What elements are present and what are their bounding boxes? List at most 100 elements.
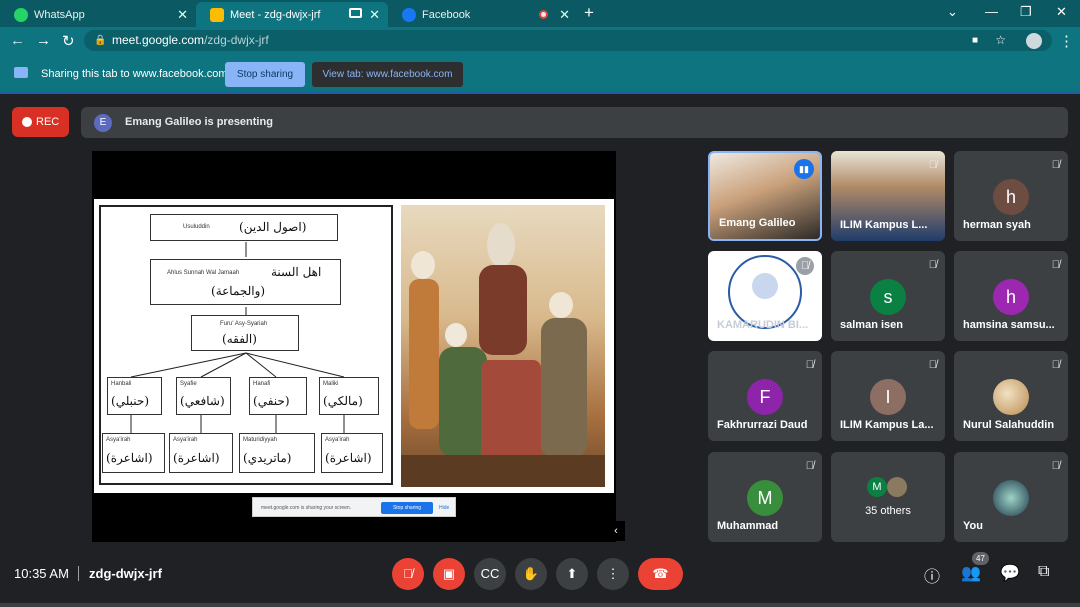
photo-avatar	[887, 477, 907, 497]
tab-strip: WhatsApp ✕ Meet - zdg-dwjx-jrf ✕ Faceboo…	[0, 0, 1080, 27]
url-host: meet.google.com	[112, 33, 205, 47]
usuluddin-latin: Usuluddin	[183, 224, 210, 230]
participant-name: Fakhrurrazi Daud	[717, 419, 808, 431]
tab-whatsapp[interactable]: WhatsApp ✕	[0, 2, 196, 27]
close-icon[interactable]: ✕	[559, 7, 570, 23]
people-icon[interactable]: 👥	[961, 563, 981, 583]
ahlus-sunnah-box: Ahlus Sunnah Wal Jamaah اهل السنة (والجم…	[150, 259, 341, 305]
minimize-icon[interactable]: —	[985, 4, 998, 19]
aqidah-box: Asya'irah (اشاعرة)	[321, 433, 383, 473]
bookmark-star-icon[interactable]: ☆	[995, 30, 1006, 51]
mic-off-icon: 🎙̸	[1051, 359, 1060, 371]
meeting-details-icon[interactable]: ⓘ	[924, 563, 940, 587]
madhhab-latin: Syafie	[180, 381, 197, 387]
captions-icon: CC	[480, 566, 500, 581]
others-tile[interactable]: M 35 others	[831, 452, 945, 542]
present-icon: ⬆	[566, 566, 578, 581]
tab-facebook[interactable]: Facebook ✕	[388, 2, 578, 27]
madhhab-latin: Maliki	[323, 381, 339, 387]
reload-icon[interactable]: ↻	[62, 32, 75, 50]
close-icon[interactable]: ✕	[369, 7, 380, 23]
whatsapp-icon	[14, 7, 28, 22]
screen-share-notice: meet.google.com is sharing your screen. …	[252, 497, 456, 517]
participant-name: ILIM Kampus La...	[840, 419, 934, 431]
participant-tile[interactable]: ▮▮ Emang Galileo	[708, 151, 822, 241]
mic-off-icon: 🎙̸	[805, 460, 814, 472]
menu-kebab-icon[interactable]: ⋮	[1059, 32, 1074, 50]
aqidah-box: Asya'irah (اشاعرة)	[169, 433, 233, 473]
raise-hand-button[interactable]: ✋	[515, 558, 547, 590]
chat-icon[interactable]: 💬	[1000, 563, 1020, 583]
mic-toggle-button[interactable]: 🎙̸	[392, 558, 424, 590]
others-count: 35 others	[865, 505, 911, 517]
mic-off-icon: 🎙̸	[1051, 259, 1060, 271]
speaking-indicator-icon: ▮▮	[794, 159, 814, 179]
participant-tile[interactable]: 🎙̸ I ILIM Kampus La...	[831, 351, 945, 441]
participant-name: You	[963, 520, 983, 532]
participant-name: hamsina samsu...	[963, 319, 1055, 331]
activities-icon[interactable]: ⧉	[1038, 563, 1049, 581]
recording-icon	[539, 10, 548, 19]
participant-name: Muhammad	[717, 520, 779, 532]
stop-sharing-button[interactable]: Stop sharing	[225, 62, 305, 87]
madhhab-box: Hanafi (حنفي)	[249, 377, 307, 415]
mic-off-icon: 🎙̸	[928, 359, 937, 371]
view-tab-button[interactable]: View tab: www.facebook.com	[312, 62, 463, 87]
madhhab-box: Hanbali (حنبلي)	[107, 377, 162, 415]
aqidah-latin: Asya'irah	[173, 437, 198, 443]
sharing-tab-icon	[349, 8, 362, 18]
tab-meet[interactable]: Meet - zdg-dwjx-jrf ✕	[196, 2, 388, 27]
mic-off-icon: 🎙̸	[403, 566, 413, 581]
back-icon[interactable]: ←	[10, 32, 25, 49]
forward-icon[interactable]: →	[36, 32, 51, 49]
furu-arabic: (الفقه)	[222, 332, 257, 346]
aqidah-latin: Maturidiyyah	[243, 437, 278, 443]
self-tile[interactable]: 🎙̸ You	[954, 452, 1068, 542]
mic-off-icon: 🎙̸	[928, 159, 937, 171]
record-dot-icon	[22, 117, 32, 127]
facebook-icon	[402, 7, 416, 22]
participant-name: herman syah	[963, 219, 1031, 231]
notice-stop-button[interactable]: Stop sharing	[381, 502, 433, 514]
presenting-banner: E Emang Galileo is presenting	[81, 107, 1068, 138]
participant-name: Emang Galileo	[719, 217, 796, 229]
participant-tile[interactable]: 🎙̸ F Fakhrurrazi Daud	[708, 351, 822, 441]
address-bar[interactable]: 🔒 meet.google.com/zdg-dwjx-jrf ■ ☆	[84, 30, 1052, 51]
camera-toggle-button[interactable]: ▣	[433, 558, 465, 590]
participant-tile[interactable]: 🎙̸ s salman isen	[831, 251, 945, 341]
camera-icon[interactable]: ■	[972, 30, 978, 51]
scholars-illustration	[401, 223, 605, 487]
tab-search-icon[interactable]: ⌄	[947, 4, 958, 20]
window-close-icon[interactable]: ✕	[1056, 4, 1067, 20]
participant-tile[interactable]: 🎙̸ M Muhammad	[708, 452, 822, 542]
close-icon[interactable]: ✕	[177, 7, 188, 23]
participant-tile[interactable]: 🎙̸ ILIM Kampus L...	[831, 151, 945, 241]
restore-icon[interactable]: ❐	[1020, 4, 1032, 20]
aqidah-arabic: (اشاعرة)	[106, 451, 153, 465]
tab-title: Meet - zdg-dwjx-jrf	[230, 8, 321, 21]
participant-tile[interactable]: 🎙̸ KAMARUDIN BI...	[708, 251, 822, 341]
leave-call-button[interactable]: ☎	[638, 558, 683, 590]
profile-avatar[interactable]	[1026, 33, 1042, 49]
crest-icon	[752, 273, 778, 299]
lock-icon: 🔒	[94, 35, 107, 46]
participant-name: Nurul Salahuddin	[963, 419, 1055, 431]
aqidah-arabic: (اشاعرة)	[173, 451, 220, 465]
participant-count-badge: 47	[972, 552, 989, 565]
participant-name: KAMARUDIN BI...	[717, 319, 809, 331]
participant-tile[interactable]: 🎙̸ h herman syah	[954, 151, 1068, 241]
participant-tile[interactable]: 🎙̸ h hamsina samsu...	[954, 251, 1068, 341]
notice-hide-link[interactable]: Hide	[439, 505, 449, 511]
meeting-code: zdg-dwjx-jrf	[89, 566, 162, 581]
more-options-button[interactable]: ⋮	[597, 558, 629, 590]
photo-avatar	[993, 480, 1029, 516]
madhhab-box: Maliki (مالكي)	[319, 377, 379, 415]
ahlus-sunnah-latin: Ahlus Sunnah Wal Jamaah	[167, 270, 240, 276]
captions-button[interactable]: CC	[474, 558, 506, 590]
scholars-painting	[401, 205, 605, 487]
new-tab-button[interactable]: +	[584, 3, 594, 23]
collapse-chevron-icon[interactable]: ‹	[607, 521, 625, 541]
present-button[interactable]: ⬆	[556, 558, 588, 590]
participant-tile[interactable]: 🎙̸ Nurul Salahuddin	[954, 351, 1068, 441]
court-logo	[728, 255, 802, 329]
